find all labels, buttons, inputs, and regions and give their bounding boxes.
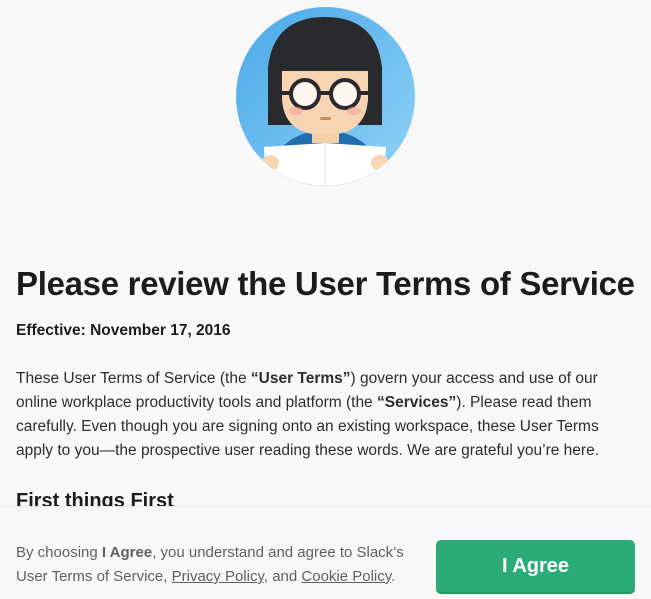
effective-label: Effective:	[16, 322, 86, 339]
footer-agree-bold: I Agree	[101, 544, 153, 561]
intro-user-terms: “User Terms”	[250, 370, 351, 387]
footer-text-4: .	[391, 568, 396, 585]
privacy-policy-link[interactable]: Privacy Policy	[172, 568, 264, 585]
avatar-illustration	[236, 7, 415, 186]
footer-text-3: , and	[263, 568, 302, 585]
footer-text-1: By choosing	[16, 544, 102, 561]
page-title: Please review the User Terms of Service	[16, 265, 635, 302]
intro-services: “Services”	[377, 394, 457, 411]
agreement-footer: By choosing I Agree, you understand and …	[0, 506, 651, 599]
intro-paragraph: These User Terms of Service (the “User T…	[16, 367, 636, 463]
agreement-text: By choosing I Agree, you understand and …	[16, 541, 426, 589]
effective-date: November 17, 2016	[90, 322, 231, 339]
effective-date-line: Effective: November 17, 2016	[16, 320, 636, 342]
cookie-policy-link[interactable]: Cookie Policy	[301, 568, 391, 585]
terms-content: Please review the User Terms of Service …	[16, 262, 636, 514]
intro-text-1: These User Terms of Service (the	[16, 370, 251, 387]
agree-button[interactable]: I Agree	[436, 540, 635, 592]
reading-person-icon	[236, 7, 415, 186]
